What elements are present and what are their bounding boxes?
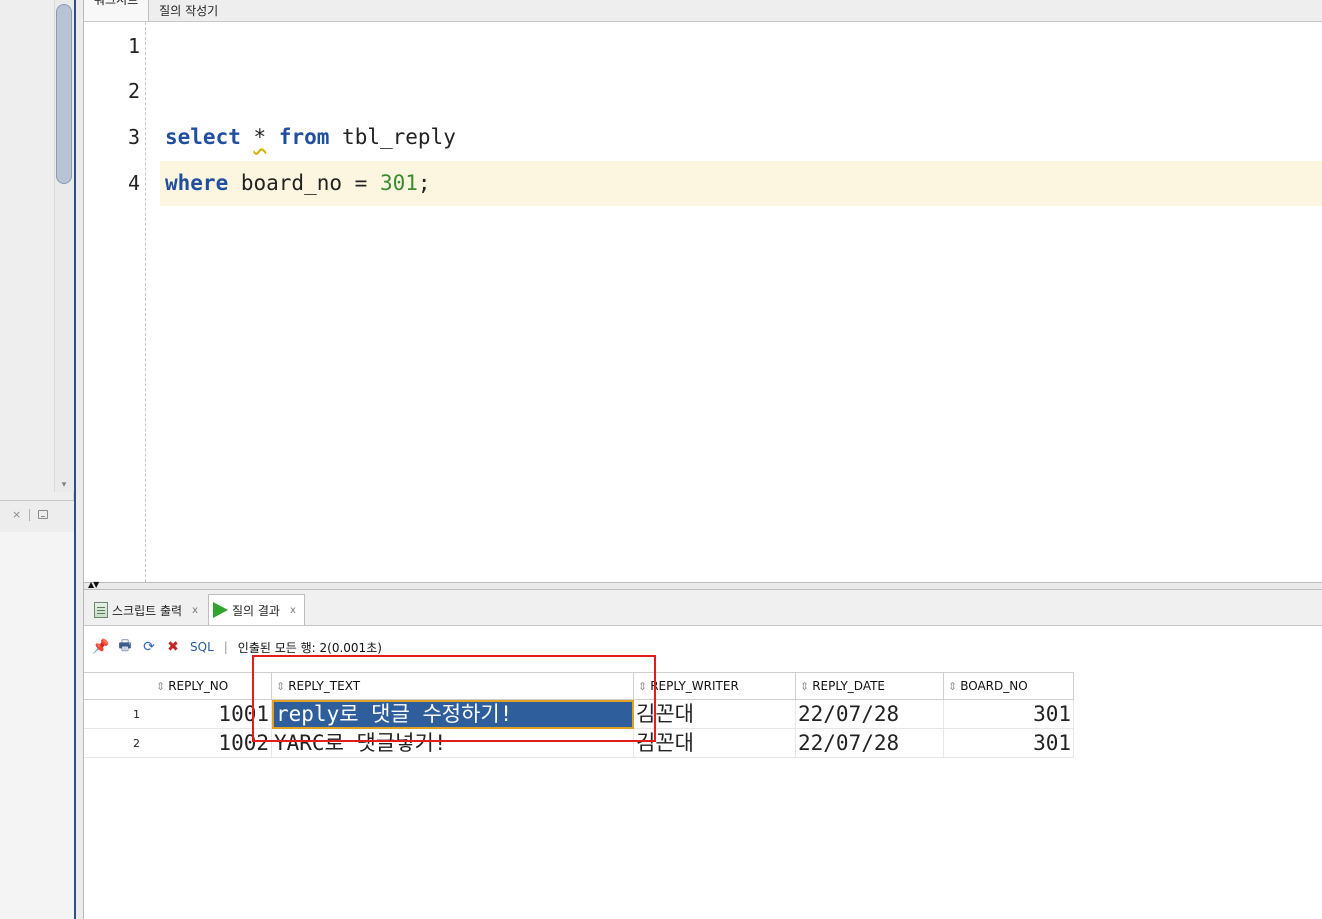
tab-query-result-label: 질의 결과 <box>231 603 280 618</box>
cell-reply-writer[interactable]: 김꼰대 <box>634 700 796 729</box>
tab-worksheet[interactable]: 워크시트 <box>84 0 150 21</box>
line-number: 2 <box>127 79 140 103</box>
column-header-label: REPLY_TEXT <box>288 679 361 693</box>
gutter-divider <box>145 22 146 582</box>
code-line[interactable]: where board_no = 301; <box>165 161 431 206</box>
sort-icon[interactable]: ⇕ <box>276 680 285 693</box>
code-line[interactable]: select * from tbl_reply <box>165 115 456 160</box>
column-header-reply-writer[interactable]: ⇕ REPLY_WRITER <box>634 673 796 699</box>
column-header-label: REPLY_DATE <box>812 679 886 693</box>
column-header-reply-text[interactable]: ⇕ REPLY_TEXT <box>272 673 634 699</box>
line-number: 1 <box>127 34 140 58</box>
fetch-status: 인출된 모든 행: 2(0.001초) <box>237 640 382 655</box>
splitter-arrows-icon[interactable]: ▲▼ <box>88 580 99 589</box>
divider <box>29 508 31 521</box>
sql-link[interactable]: SQL <box>190 640 214 654</box>
column-header-label: BOARD_NO <box>960 679 1028 693</box>
result-toolbar: 📌 🖶 ⟳ ✖ SQL | 인출된 모든 행: 2(0.001초) <box>84 626 1322 668</box>
worksheet-tab-bar: 워크시트 질의 작성기 <box>84 0 1322 22</box>
sql-token: * <box>253 125 267 149</box>
tab-query-builder-label: 질의 작성기 <box>159 3 219 18</box>
row-number[interactable]: 2 <box>84 729 152 758</box>
sort-icon[interactable]: ⇕ <box>948 680 957 693</box>
tab-query-result-close-icon[interactable]: x <box>290 605 296 616</box>
column-header-label: REPLY_WRITER <box>650 679 739 693</box>
left-panel-lower <box>0 532 74 919</box>
line-number: 4 <box>127 171 140 195</box>
left-panel-controls: × <box>12 508 49 521</box>
cell-reply-text[interactable]: YARC로 댓글넣기! <box>272 729 634 758</box>
sql-editor[interactable]: select * from tbl_reply where board_no = … <box>84 22 1322 582</box>
cell-reply-text-selected[interactable]: reply로 댓글 수정하기! <box>272 700 634 729</box>
cell-reply-date[interactable]: 22/07/28 <box>796 700 944 729</box>
pin-icon[interactable]: 📌 <box>92 638 110 656</box>
sql-token: board_no = <box>228 171 380 195</box>
cell-reply-date[interactable]: 22/07/28 <box>796 729 944 758</box>
column-header-reply-date[interactable]: ⇕ REPLY_DATE <box>796 673 944 699</box>
result-grid-header: ⇕ REPLY_NO ⇕ REPLY_TEXT ⇕ REPLY_WRITER ⇕ REP… <box>84 672 1074 700</box>
export-icon[interactable]: ✖ <box>164 638 182 656</box>
tab-script-output[interactable]: 스크립트 출력 x <box>90 595 206 625</box>
sort-icon[interactable]: ⇕ <box>638 680 647 693</box>
cell-reply-writer[interactable]: 김꼰대 <box>634 729 796 758</box>
toolbar-separator: | <box>223 640 228 654</box>
sql-keyword: where <box>165 171 229 195</box>
run-query-icon <box>212 602 228 618</box>
left-panel: ▾ × <box>0 0 74 919</box>
editor-results-splitter[interactable]: ▲▼ <box>84 580 1322 590</box>
cell-reply-no[interactable]: 1002 <box>152 729 272 758</box>
minimize-icon[interactable] <box>38 510 49 519</box>
left-panel-divider <box>0 500 74 501</box>
cell-board-no[interactable]: 301 <box>944 729 1074 758</box>
table-row[interactable]: 1 1001 reply로 댓글 수정하기! 김꼰대 22/07/28 301 <box>84 700 1074 729</box>
table-row[interactable]: 2 1002 YARC로 댓글넣기! 김꼰대 22/07/28 301 <box>84 729 1074 758</box>
tab-query-builder[interactable]: 질의 작성기 <box>149 0 228 21</box>
column-header-reply-no[interactable]: ⇕ REPLY_NO <box>152 673 272 699</box>
column-header-label: REPLY_NO <box>168 679 229 693</box>
sql-token: ; <box>417 171 431 195</box>
script-output-icon <box>94 602 108 618</box>
sql-token: tbl_reply <box>329 125 456 149</box>
sql-number: 301 <box>379 171 418 195</box>
line-number: 3 <box>127 125 140 149</box>
close-icon[interactable]: × <box>12 508 21 521</box>
tab-query-result[interactable]: 질의 결과 x <box>207 594 305 625</box>
left-scrollbar-thumb[interactable] <box>56 4 72 184</box>
tab-worksheet-label: 워크시트 <box>94 0 139 7</box>
tab-script-output-close-icon[interactable]: x <box>192 605 198 616</box>
scroll-down-arrow-icon[interactable]: ▾ <box>58 480 70 490</box>
result-grid-body: 1 1001 reply로 댓글 수정하기! 김꼰대 22/07/28 301 … <box>84 700 1074 758</box>
panel-edge[interactable] <box>74 0 84 919</box>
row-number-header <box>84 673 152 699</box>
column-header-board-no[interactable]: ⇕ BOARD_NO <box>944 673 1074 699</box>
sort-icon[interactable]: ⇕ <box>800 680 809 693</box>
cell-reply-no[interactable]: 1001 <box>152 700 272 729</box>
print-icon[interactable]: 🖶 <box>116 638 134 656</box>
refresh-icon[interactable]: ⟳ <box>140 638 158 656</box>
sql-keyword: select <box>165 125 241 149</box>
result-tab-bar: 스크립트 출력 x 질의 결과 x <box>84 590 1322 626</box>
row-number[interactable]: 1 <box>84 700 152 729</box>
sql-keyword: from <box>278 125 330 149</box>
sort-icon[interactable]: ⇕ <box>156 680 165 693</box>
cell-board-no[interactable]: 301 <box>944 700 1074 729</box>
tab-script-output-label: 스크립트 출력 <box>112 603 183 618</box>
